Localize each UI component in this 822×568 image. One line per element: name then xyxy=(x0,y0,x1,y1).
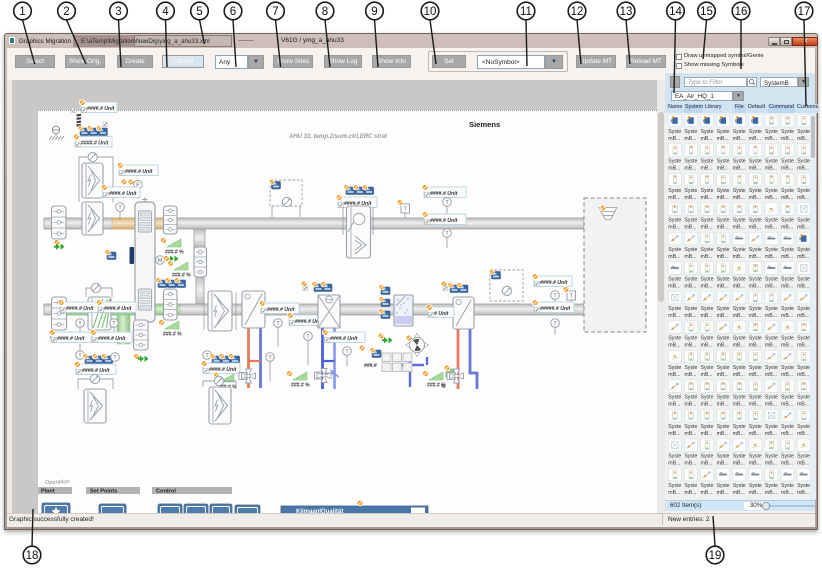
svg-text:3: 3 xyxy=(115,6,121,18)
svg-text:13: 13 xyxy=(620,6,633,18)
svg-text:17: 17 xyxy=(798,6,811,18)
svg-text:16: 16 xyxy=(735,6,748,18)
svg-text:19: 19 xyxy=(709,550,722,562)
svg-text:15: 15 xyxy=(700,6,713,18)
svg-text:11: 11 xyxy=(520,6,532,18)
svg-text:10: 10 xyxy=(424,6,437,18)
svg-text:9: 9 xyxy=(371,6,377,18)
svg-text:5: 5 xyxy=(196,6,202,18)
svg-text:6: 6 xyxy=(230,6,236,18)
svg-text:14: 14 xyxy=(669,6,682,18)
svg-text:1: 1 xyxy=(19,6,25,18)
svg-text:4: 4 xyxy=(162,6,169,18)
svg-text:8: 8 xyxy=(322,6,328,18)
svg-text:12: 12 xyxy=(571,6,584,18)
svg-text:7: 7 xyxy=(272,6,278,18)
svg-text:18: 18 xyxy=(26,550,39,562)
svg-text:2: 2 xyxy=(63,6,69,18)
